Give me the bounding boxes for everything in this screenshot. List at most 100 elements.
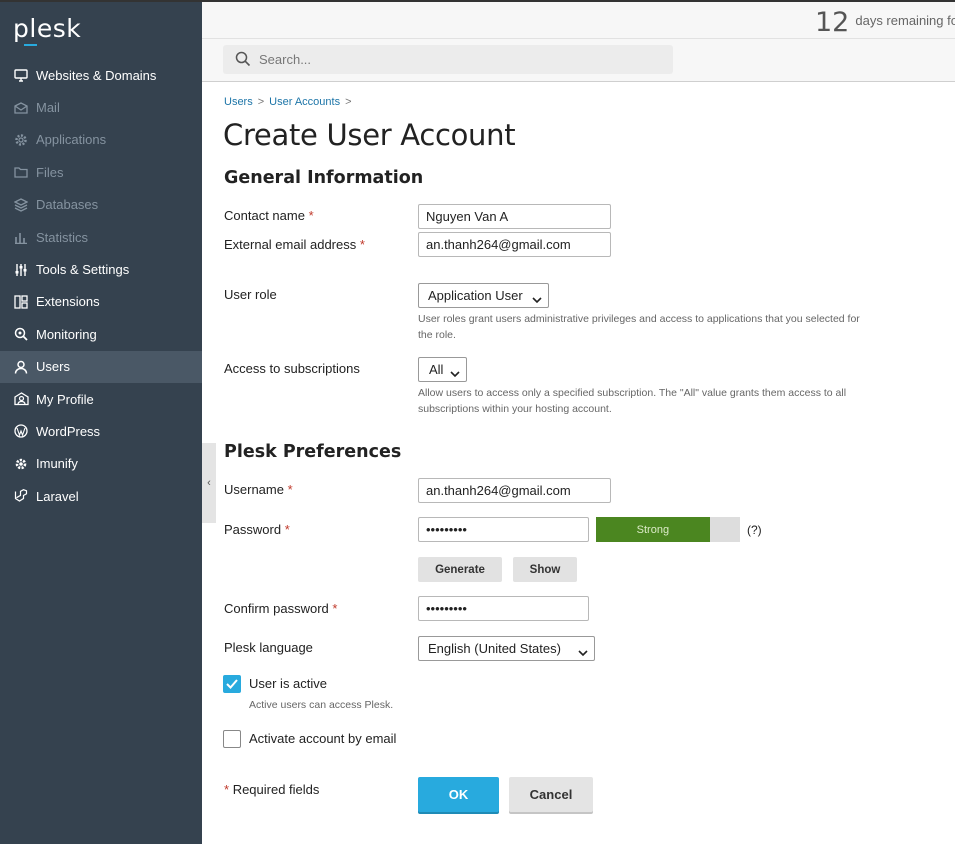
plesk-preferences-heading: Plesk Preferences xyxy=(224,442,402,462)
sidebar-item-my-profile[interactable]: My Profile xyxy=(0,383,202,415)
sidebar-item-label: Imunify xyxy=(36,456,78,472)
chevron-down-icon xyxy=(450,366,460,381)
sidebar-item-files[interactable]: Files xyxy=(0,156,202,188)
magnifier-icon xyxy=(13,326,29,342)
monitor-icon xyxy=(13,67,29,83)
user-active-checkbox[interactable] xyxy=(223,675,241,693)
contact-name-field[interactable] xyxy=(418,204,611,229)
language-select[interactable]: English (United States) xyxy=(418,636,595,661)
sidebar-item-label: Databases xyxy=(36,197,99,213)
sidebar-item-databases[interactable]: Databases xyxy=(0,189,202,221)
sidebar-item-label: WordPress xyxy=(36,423,101,439)
sidebar-item-mail[interactable]: Mail xyxy=(0,91,202,123)
page-title: Create User Account xyxy=(223,118,516,152)
top-header: 12 days remaining fo xyxy=(202,2,955,82)
required-asterisk: * xyxy=(284,522,290,537)
chevron-down-icon xyxy=(532,292,542,307)
trial-banner: 12 days remaining fo xyxy=(815,7,955,38)
profile-icon xyxy=(13,391,29,407)
header-divider xyxy=(202,38,955,39)
search-input[interactable] xyxy=(259,45,659,74)
sliders-icon xyxy=(13,262,29,278)
sidebar-item-applications[interactable]: Applications xyxy=(0,124,202,156)
laravel-icon xyxy=(13,488,29,504)
user-role-value: Application User xyxy=(428,288,523,303)
subscriptions-value: All xyxy=(429,362,444,377)
sidebar-item-tools-settings[interactable]: Tools & Settings xyxy=(0,253,202,285)
ok-button[interactable]: OK xyxy=(418,777,499,812)
sidebar-item-websites-domains[interactable]: Websites & Domains xyxy=(0,59,202,91)
checkmark-icon xyxy=(226,679,238,689)
sidebar-nav: Websites & Domains Mail Applications Fil… xyxy=(0,59,202,512)
sidebar-item-wordpress[interactable]: WordPress xyxy=(0,415,202,447)
trial-days-count: 12 xyxy=(815,7,850,38)
user-active-label[interactable]: User is active xyxy=(249,676,327,691)
email-field[interactable] xyxy=(418,232,611,257)
required-asterisk: * xyxy=(224,782,230,797)
folder-icon xyxy=(13,164,29,180)
password-field[interactable] xyxy=(418,517,589,542)
contact-name-label: Contact name * xyxy=(224,208,314,223)
required-asterisk: * xyxy=(359,237,365,252)
trial-days-text: days remaining fo xyxy=(855,13,955,28)
subscriptions-hint: Allow users to access only a specified s… xyxy=(418,387,847,415)
subscriptions-label: Access to subscriptions xyxy=(224,361,360,376)
breadcrumb-separator: > xyxy=(257,96,265,108)
show-password-button[interactable]: Show xyxy=(513,557,577,582)
sidebar-item-label: Laravel xyxy=(36,488,79,504)
database-icon xyxy=(13,197,29,213)
password-help-link[interactable]: (?) xyxy=(747,523,762,537)
password-label: Password * xyxy=(224,522,290,537)
password-strength-fill: Strong xyxy=(596,517,710,542)
breadcrumb-user-accounts[interactable]: User Accounts xyxy=(269,96,340,108)
sidebar-item-label: Statistics xyxy=(36,229,89,245)
general-information-heading: General Information xyxy=(224,168,424,188)
required-asterisk: * xyxy=(332,601,338,616)
sidebar-item-monitoring[interactable]: Monitoring xyxy=(0,318,202,350)
user-role-select[interactable]: Application User xyxy=(418,283,549,308)
generate-password-button[interactable]: Generate xyxy=(418,557,502,582)
username-field[interactable] xyxy=(418,478,611,503)
sidebar-item-laravel[interactable]: Laravel xyxy=(0,480,202,512)
search-icon xyxy=(235,51,251,70)
confirm-password-label: Confirm password * xyxy=(224,601,338,616)
wordpress-icon xyxy=(13,423,29,439)
sidebar-item-label: Extensions xyxy=(36,294,100,310)
sidebar-item-users[interactable]: Users xyxy=(0,350,202,383)
confirm-password-field[interactable] xyxy=(418,596,589,621)
user-active-hint: Active users can access Plesk. xyxy=(249,699,394,711)
sidebar-collapse-handle[interactable]: ‹ xyxy=(202,443,216,523)
required-asterisk: * xyxy=(308,208,314,223)
grid-icon xyxy=(13,294,29,310)
subscriptions-select[interactable]: All xyxy=(418,357,467,382)
sidebar-item-extensions[interactable]: Extensions xyxy=(0,286,202,318)
sidebar-item-label: Users xyxy=(36,359,70,375)
sidebar: plesk Websites & Domains Mail Applicatio… xyxy=(0,2,202,844)
breadcrumb-separator: > xyxy=(345,96,352,108)
username-label: Username * xyxy=(224,482,293,497)
sidebar-item-label: Files xyxy=(36,164,64,180)
sidebar-item-imunify[interactable]: Imunify xyxy=(0,448,202,480)
breadcrumb-users[interactable]: Users xyxy=(224,96,253,108)
required-asterisk: * xyxy=(287,482,293,497)
bar-chart-icon xyxy=(13,229,29,245)
chevron-left-icon: ‹ xyxy=(207,477,211,489)
sidebar-item-label: Monitoring xyxy=(36,326,97,342)
logo-accent xyxy=(24,44,37,46)
user-icon xyxy=(13,359,29,375)
activate-by-email-label[interactable]: Activate account by email xyxy=(249,731,396,746)
sidebar-item-label: Websites & Domains xyxy=(36,67,157,83)
sidebar-item-label: Tools & Settings xyxy=(36,262,130,278)
breadcrumb: Users > User Accounts > xyxy=(224,96,357,108)
plesk-logo[interactable]: plesk xyxy=(13,14,81,43)
language-value: English (United States) xyxy=(428,641,561,656)
activate-by-email-checkbox[interactable] xyxy=(223,730,241,748)
search-box[interactable] xyxy=(223,45,673,74)
user-role-label: User role xyxy=(224,287,277,302)
sidebar-item-statistics[interactable]: Statistics xyxy=(0,221,202,253)
cancel-button[interactable]: Cancel xyxy=(509,777,593,812)
required-fields-note: * Required fields xyxy=(224,782,320,797)
user-role-hint: User roles grant users administrative pr… xyxy=(418,313,860,341)
imunify-icon xyxy=(13,456,29,472)
email-label: External email address * xyxy=(224,237,365,252)
